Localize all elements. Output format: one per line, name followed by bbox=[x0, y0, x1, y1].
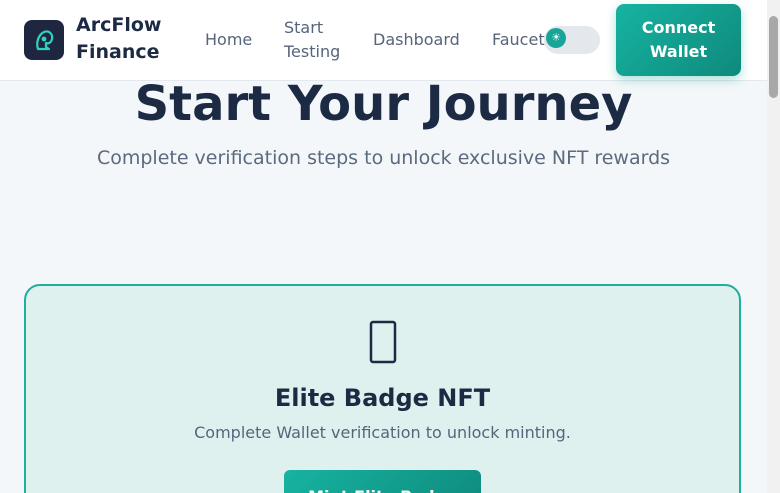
scrollbar-thumb[interactable] bbox=[769, 16, 778, 98]
nav-link-faucet[interactable]: Faucet bbox=[492, 28, 545, 52]
brand-logo[interactable] bbox=[24, 20, 64, 60]
nav-link-start-testing[interactable]: Start Testing bbox=[284, 16, 354, 64]
arc-head-icon bbox=[36, 30, 54, 51]
connect-wallet-button[interactable]: Connect Wallet bbox=[616, 4, 741, 76]
sun-icon: ☀ bbox=[546, 28, 566, 48]
page-scrollbar[interactable] bbox=[767, 0, 780, 493]
theme-toggle[interactable]: ☀ bbox=[544, 26, 600, 54]
hero-subtitle: Complete verification steps to unlock ex… bbox=[96, 147, 671, 169]
nft-card: Elite Badge NFT Complete Wallet verifica… bbox=[24, 284, 741, 493]
nft-title: Elite Badge NFT bbox=[274, 384, 491, 412]
nav-link-home[interactable]: Home bbox=[205, 28, 252, 52]
navbar: ArcFlow Finance Home Start Testing Dashb… bbox=[0, 0, 767, 81]
missing-glyph-icon bbox=[26, 320, 739, 368]
brand-name[interactable]: ArcFlow Finance bbox=[76, 12, 176, 66]
mint-elite-badge-button[interactable]: Mint Elite Badge bbox=[284, 470, 481, 493]
hero-title: Start Your Journey bbox=[134, 76, 633, 132]
nav-link-dashboard[interactable]: Dashboard bbox=[373, 28, 460, 52]
nft-description: Complete Wallet verification to unlock m… bbox=[194, 423, 571, 442]
